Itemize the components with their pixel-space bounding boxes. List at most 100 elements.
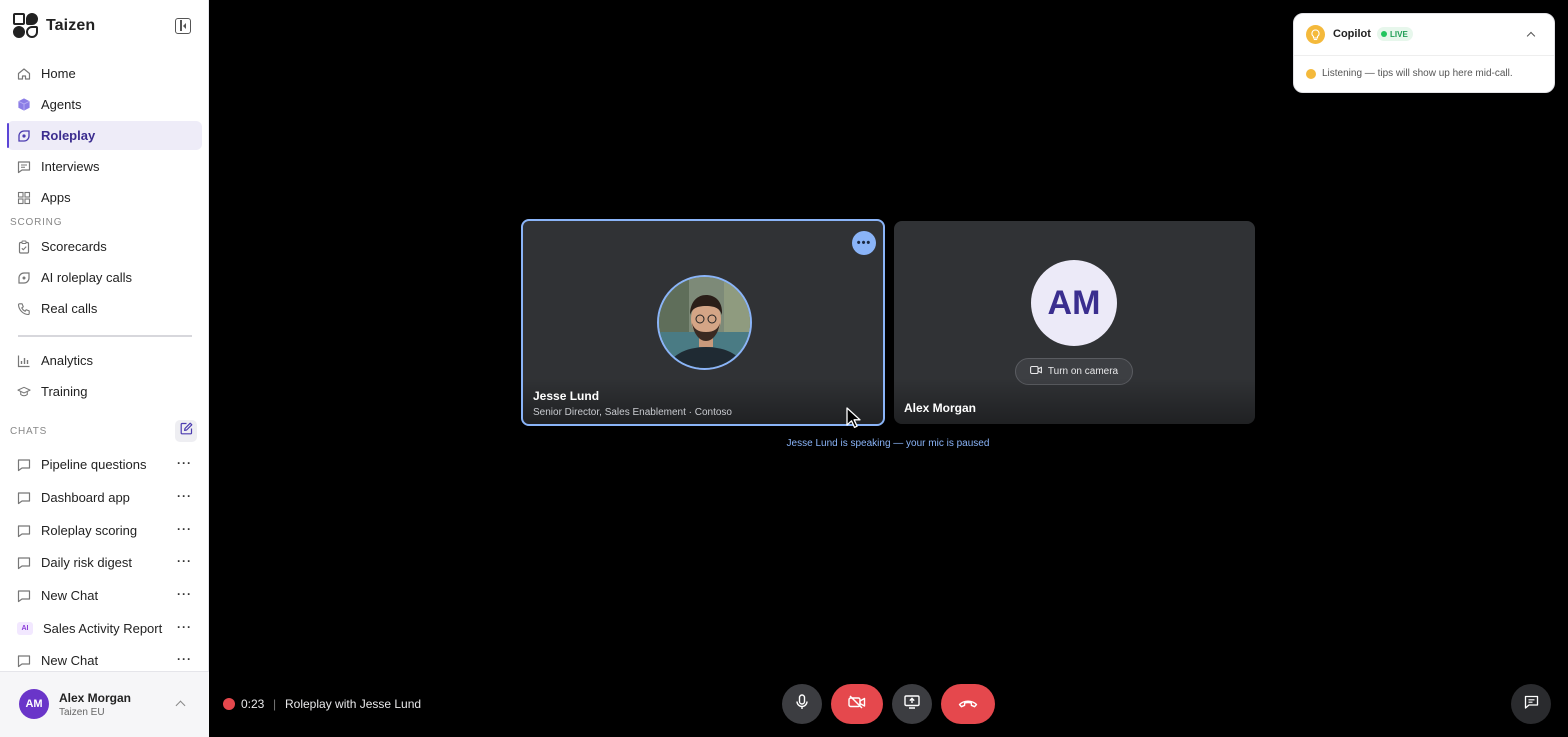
chat-item[interactable]: Roleplay scoring ··· xyxy=(7,516,202,545)
chat-bubble-icon xyxy=(17,654,31,668)
brand[interactable]: Taizen xyxy=(12,13,95,39)
chat-item[interactable]: AI Sales Activity Report ··· xyxy=(7,614,202,643)
participant-options-button[interactable]: ••• xyxy=(852,231,876,255)
call-title: Roleplay with Jesse Lund xyxy=(285,697,422,711)
nav-item-label: Roleplay xyxy=(41,128,96,143)
app-name: Taizen xyxy=(46,17,96,34)
user-org: Taizen EU xyxy=(59,707,105,718)
chevron-up-icon xyxy=(175,700,186,711)
more-options-icon[interactable]: ··· xyxy=(177,621,192,633)
more-options-icon[interactable]: ··· xyxy=(177,588,192,600)
chat-item[interactable]: Daily risk digest ··· xyxy=(7,548,202,577)
phone-icon xyxy=(17,302,31,316)
more-options-icon[interactable]: ··· xyxy=(177,457,192,469)
taizen-logo-icon xyxy=(12,12,40,40)
user-menu[interactable]: AM Alex Morgan Taizen EU xyxy=(0,671,209,737)
lightbulb-icon xyxy=(1306,25,1325,44)
chat-bubble-icon xyxy=(17,556,31,570)
chat-item[interactable]: New Chat ··· xyxy=(7,581,202,610)
collapse-sidebar-icon[interactable] xyxy=(175,18,191,34)
chat-panel-button[interactable] xyxy=(1511,684,1551,724)
chat-item-label: Daily risk digest xyxy=(41,555,133,570)
chat-item-label: Sales Activity Report xyxy=(43,621,163,636)
video-camera-icon xyxy=(1029,365,1042,378)
nav-item-label: Real calls xyxy=(41,301,98,316)
chat-icon xyxy=(1524,695,1539,714)
chat-bubble-icon xyxy=(17,491,31,505)
chat-item-label: Dashboard app xyxy=(41,490,130,505)
chat-bubble-icon xyxy=(17,458,31,472)
chat-item-label: Pipeline questions xyxy=(41,457,147,472)
home-icon xyxy=(17,67,31,81)
chat-item[interactable]: Dashboard app ··· xyxy=(7,483,202,512)
more-options-icon[interactable]: ··· xyxy=(177,653,192,665)
roleplay-icon xyxy=(17,271,31,285)
nav-item-label: Interviews xyxy=(41,159,100,174)
participant-tile-jesse[interactable]: ••• Jesse Lund Senior Director, Sales En… xyxy=(521,219,885,426)
nav-item-scorecards[interactable]: Scorecards xyxy=(7,232,202,261)
screen-share-button[interactable] xyxy=(892,684,932,724)
live-badge: LIVE xyxy=(1377,27,1413,41)
participant-subtitle: Senior Director, Sales Enablement · Cont… xyxy=(533,407,732,418)
participant-tile-alex[interactable]: AM Turn on camera Alex Morgan xyxy=(894,221,1255,424)
more-options-icon[interactable]: ··· xyxy=(177,555,192,567)
camera-toggle-button[interactable] xyxy=(831,684,883,724)
copilot-divider xyxy=(1294,55,1554,56)
nav-item-home[interactable]: Home xyxy=(7,59,202,88)
nav-item-ai-roleplay-calls[interactable]: AI roleplay calls xyxy=(7,263,202,292)
nav-item-label: Agents xyxy=(41,97,82,112)
mouse-cursor-icon xyxy=(846,407,861,429)
avatar: AM xyxy=(19,689,49,719)
message-square-icon xyxy=(17,160,31,174)
screen-share-icon xyxy=(904,694,920,714)
chat-bubble-icon xyxy=(17,589,31,603)
nav-item-label: Apps xyxy=(41,190,71,205)
cube-icon xyxy=(17,98,31,112)
bar-chart-icon xyxy=(17,354,31,368)
clipboard-icon xyxy=(17,240,31,254)
chat-item[interactable]: Pipeline questions ··· xyxy=(7,450,202,479)
nav-item-real-calls[interactable]: Real calls xyxy=(7,294,202,323)
chats-section-label: CHATS xyxy=(10,426,48,437)
copilot-title: Copilot xyxy=(1333,28,1371,40)
participant-name: Jesse Lund xyxy=(533,389,600,403)
nav-item-label: Analytics xyxy=(41,353,94,368)
nav-item-label: Training xyxy=(41,384,88,399)
end-call-button[interactable] xyxy=(941,684,995,724)
nav-item-label: Home xyxy=(41,66,76,81)
nav-item-training[interactable]: Training xyxy=(7,377,202,406)
live-dot-icon xyxy=(1381,31,1387,37)
more-options-icon[interactable]: ··· xyxy=(177,490,192,502)
more-options-icon[interactable]: ··· xyxy=(177,523,192,535)
nav-divider xyxy=(18,335,192,337)
nav-item-apps[interactable]: Apps xyxy=(7,183,202,212)
ai-badge: AI xyxy=(17,622,33,635)
nav-item-label: Scorecards xyxy=(41,239,107,254)
nav-item-analytics[interactable]: Analytics xyxy=(7,346,202,375)
call-timer: 0:23 xyxy=(241,697,265,711)
collapse-copilot-icon[interactable] xyxy=(1526,31,1536,41)
nav-item-interviews[interactable]: Interviews xyxy=(7,152,202,181)
chat-item-label: Roleplay scoring xyxy=(41,523,138,538)
speaking-status: Jesse Lund is speaking — your mic is pau… xyxy=(786,438,990,449)
scoring-section-label: SCORING xyxy=(10,217,63,228)
nav-item-roleplay[interactable]: Roleplay xyxy=(7,121,202,150)
live-badge-label: LIVE xyxy=(1390,29,1408,39)
video-off-icon xyxy=(848,694,866,714)
chat-item-label: New Chat xyxy=(41,653,99,668)
participant-photo xyxy=(657,275,752,370)
nav-item-agents[interactable]: Agents xyxy=(7,90,202,119)
separator: | xyxy=(273,697,277,711)
participant-name: Alex Morgan xyxy=(904,401,977,415)
chat-bubble-icon xyxy=(17,524,31,538)
microphone-button[interactable] xyxy=(782,684,822,724)
copilot-panel: Copilot LIVE Listening — tips will show … xyxy=(1293,13,1555,93)
status-dot-icon xyxy=(1306,69,1316,79)
user-name: Alex Morgan xyxy=(59,691,132,705)
grid-icon xyxy=(17,191,31,205)
participant-initials-avatar: AM xyxy=(1031,260,1117,346)
microphone-icon xyxy=(795,693,809,715)
turn-on-camera-label: Turn on camera xyxy=(1047,366,1119,377)
roleplay-icon xyxy=(17,129,31,143)
graduation-cap-icon xyxy=(17,385,31,399)
